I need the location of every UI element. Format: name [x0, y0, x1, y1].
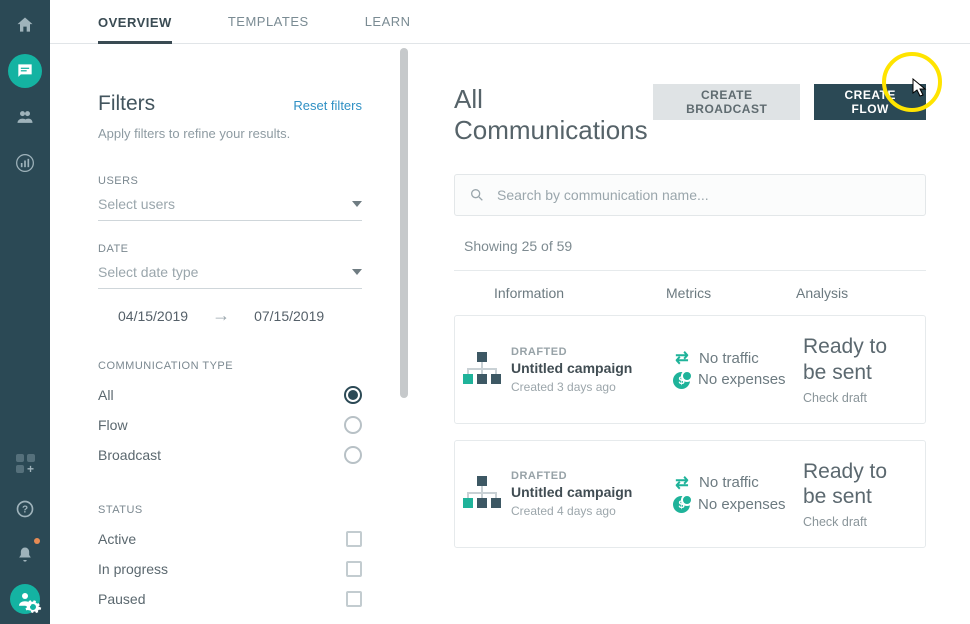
nav-home[interactable] [8, 8, 42, 42]
flow-thumbnail-icon [461, 476, 505, 512]
campaign-title: Untitled campaign [511, 360, 673, 376]
created-text: Created 4 days ago [511, 504, 673, 518]
scrollbar-thumb[interactable] [400, 48, 408, 398]
date-to[interactable]: 07/15/2019 [254, 308, 324, 324]
filters-panel: Filters Reset filters Apply filters to r… [50, 44, 410, 624]
tab-templates[interactable]: Templates [228, 0, 309, 43]
arrow-right-icon: → [212, 305, 230, 326]
reset-filters-link[interactable]: Reset filters [293, 98, 362, 113]
flow-thumbnail-icon [461, 352, 505, 388]
page-title: All Communications [454, 84, 653, 146]
checkbox-icon [346, 561, 362, 577]
col-analysis: Analysis [796, 285, 926, 301]
dollar-icon: $ [673, 496, 690, 513]
home-icon [15, 15, 35, 35]
nav-apps[interactable]: + [8, 446, 42, 480]
apps-icon: + [16, 454, 35, 473]
search-field[interactable]: Search by communication name... [454, 174, 926, 216]
traffic-icon: ⇄ [673, 474, 691, 492]
chat-icon [15, 61, 35, 81]
comm-type-all[interactable]: All [98, 380, 362, 410]
analysis-title: Ready to be sent [803, 334, 915, 384]
radio-label: All [98, 387, 114, 403]
date-from[interactable]: 04/15/2019 [118, 308, 188, 324]
communication-card[interactable]: DRAFTED Untitled campaign Created 3 days… [454, 315, 926, 423]
chevron-down-icon [352, 201, 362, 207]
status-active[interactable]: Active [98, 524, 362, 554]
checkbox-icon [346, 591, 362, 607]
notification-dot [34, 538, 40, 544]
traffic-value: No traffic [699, 351, 759, 368]
nav-notifications[interactable] [8, 538, 42, 572]
date-type-select[interactable]: Select date type [98, 255, 362, 289]
check-label: Active [98, 531, 136, 547]
left-nav: + ? [0, 0, 50, 624]
tab-overview[interactable]: Overview [98, 1, 172, 44]
expenses-value: No expenses [698, 372, 786, 389]
analysis-title: Ready to be sent [803, 459, 915, 509]
nav-profile[interactable] [10, 584, 40, 614]
filters-subtitle: Apply filters to refine your results. [98, 126, 362, 141]
nav-help[interactable]: ? [8, 492, 42, 526]
radio-icon [344, 386, 362, 404]
communication-card[interactable]: DRAFTED Untitled campaign Created 4 days… [454, 440, 926, 548]
comm-type-broadcast[interactable]: Broadcast [98, 440, 362, 470]
nav-analytics[interactable] [8, 146, 42, 180]
users-select-value: Select users [98, 196, 175, 212]
tab-learn[interactable]: Learn [365, 0, 411, 43]
create-flow-button[interactable]: Create Flow [814, 84, 926, 120]
bell-icon [15, 545, 35, 565]
radio-icon [344, 416, 362, 434]
status-paused[interactable]: Paused [98, 584, 362, 614]
check-label: Paused [98, 591, 145, 607]
traffic-icon: ⇄ [673, 350, 691, 368]
chart-icon [15, 153, 35, 173]
nav-users[interactable] [8, 100, 42, 134]
radio-label: Broadcast [98, 447, 161, 463]
analysis-sub: Check draft [803, 515, 915, 529]
svg-text:?: ? [22, 504, 28, 515]
status-badge: DRAFTED [511, 346, 673, 358]
date-type-value: Select date type [98, 264, 198, 280]
status-badge: DRAFTED [511, 470, 673, 482]
status-in-progress[interactable]: In progress [98, 554, 362, 584]
check-label: In progress [98, 561, 168, 577]
traffic-value: No traffic [699, 475, 759, 492]
analysis-sub: Check draft [803, 391, 915, 405]
users-icon [15, 107, 35, 127]
content-panel: All Communications Create Broadcast Crea… [410, 44, 970, 624]
create-broadcast-button[interactable]: Create Broadcast [653, 84, 800, 120]
showing-count: Showing 25 of 59 [454, 238, 926, 254]
filters-title: Filters [98, 92, 155, 116]
expenses-value: No expenses [698, 497, 786, 514]
checkbox-icon [346, 531, 362, 547]
nav-communications[interactable] [8, 54, 42, 88]
col-metrics: Metrics [666, 285, 796, 301]
radio-label: Flow [98, 417, 128, 433]
gear-icon [24, 598, 42, 616]
comm-type-flow[interactable]: Flow [98, 410, 362, 440]
users-select[interactable]: Select users [98, 187, 362, 221]
search-icon [469, 187, 485, 203]
dollar-icon: $ [673, 372, 690, 389]
chevron-down-icon [352, 269, 362, 275]
comm-type-label: Communication Type [98, 360, 362, 372]
col-information: Information [494, 285, 666, 301]
campaign-title: Untitled campaign [511, 484, 673, 500]
status-label: Status [98, 504, 362, 516]
radio-icon [344, 446, 362, 464]
date-section-label: Date [98, 243, 362, 255]
help-icon: ? [15, 499, 35, 519]
search-placeholder: Search by communication name... [497, 187, 911, 203]
created-text: Created 3 days ago [511, 380, 673, 394]
top-tabs: Overview Templates Learn [50, 0, 970, 44]
users-section-label: Users [98, 175, 362, 187]
column-headers: Information Metrics Analysis [454, 271, 926, 315]
